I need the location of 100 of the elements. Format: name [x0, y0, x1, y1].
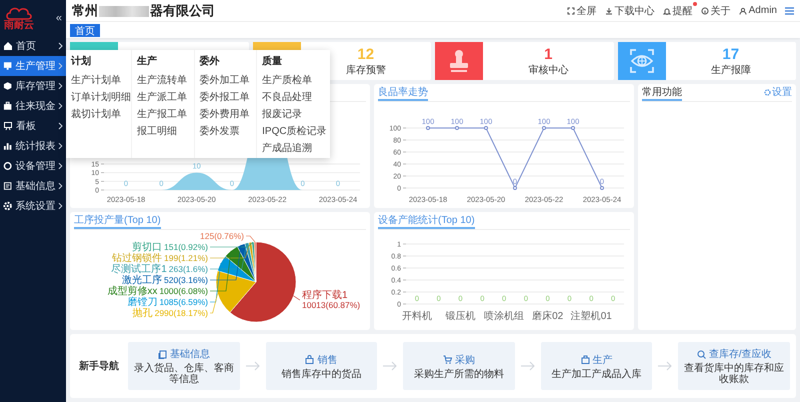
chevron-icon [58, 182, 63, 190]
data-point [513, 186, 517, 190]
menu-item[interactable]: 不良品处理 [262, 90, 330, 104]
menu-item[interactable]: 生产报工单 [137, 107, 194, 121]
bell-icon [662, 6, 671, 14]
slice-value: 1000(6.08%) [159, 286, 208, 296]
arrow-icon [520, 361, 535, 371]
stat-label: 审核中心 [528, 64, 568, 76]
sidebar-item[interactable]: 库存管理 [0, 76, 66, 96]
slice-value: 199(1.21%) [164, 253, 208, 263]
collapse-button[interactable]: « [56, 12, 62, 24]
menu-item[interactable]: 委外报工单 [200, 90, 256, 104]
data-point [426, 126, 430, 130]
slice-value: 1085(6.59%) [159, 297, 208, 307]
step-description: 生产加工产成品入库 [552, 368, 642, 380]
sidebar-item[interactable]: 系统设置 [0, 196, 66, 216]
board-icon [3, 121, 13, 131]
menu-item[interactable]: 生产流转单 [137, 73, 194, 87]
slice-label: 钻过钢锁件 [112, 253, 162, 264]
chevron-icon [58, 122, 63, 130]
sidebar-item[interactable]: 生产管理 [0, 56, 66, 76]
arrow-icon [658, 361, 672, 371]
step-title: 查库存/查应收 [708, 348, 772, 361]
sidebar-item[interactable]: 设备管理 [0, 156, 66, 176]
sidebar-item[interactable]: 基础信息 [0, 176, 66, 196]
guide-step[interactable]: 生产 生产加工产成品入库 [540, 342, 652, 390]
menu-item[interactable]: 生产派工单 [137, 90, 194, 104]
menu-item[interactable]: 产成品追溯 [262, 141, 330, 155]
slice-label: 激光工序 [122, 275, 162, 286]
card-title: 工序投产量(Top 10) [74, 214, 161, 229]
slice-value: 520(3.16%) [164, 275, 208, 285]
step-description: 采购生产所需的物料 [414, 368, 504, 380]
header-action[interactable]: 提醒 [662, 4, 693, 18]
chevron-icon [58, 42, 63, 50]
tab[interactable]: 首页 [70, 24, 100, 36]
stat-value: 1 [544, 46, 552, 62]
sidebar-item[interactable]: 往来现金 [0, 96, 66, 116]
sidebar-item[interactable]: 首页 [0, 36, 66, 56]
chevron-icon [58, 82, 63, 90]
cart-icon [442, 355, 452, 364]
menu-item[interactable]: 生产计划单 [71, 73, 131, 87]
download-icon [604, 6, 613, 14]
guide-step[interactable]: 销售 销售库存中的货品 [266, 342, 378, 390]
axis-label: 开料机 [402, 311, 432, 322]
header-action[interactable]: 全屏 [566, 4, 597, 18]
card-title: 设备产能统计(Top 10) [378, 214, 475, 229]
leader-line [293, 296, 300, 300]
menu-item[interactable]: IPQC质检记录 [262, 124, 330, 138]
menu-icon[interactable] [785, 6, 794, 14]
menu-item[interactable]: 委外加工单 [200, 73, 256, 87]
stat-value: 17 [722, 46, 740, 62]
menu-heading: 生产 [137, 54, 158, 68]
slice-label: 抛孔 [132, 308, 153, 319]
slice-value: 263(1.6%) [168, 264, 208, 274]
chevron-icon [58, 62, 63, 70]
logo-text: 雨耐云 [4, 20, 34, 30]
sidebar-item[interactable]: 看板 [0, 116, 66, 136]
step-description: 销售库存中的货品 [281, 368, 362, 380]
bar-chart-icon [3, 141, 12, 151]
blurred-text [99, 6, 149, 17]
step-description: 查看货库中的库存和应收账款 [683, 363, 786, 385]
menu-item[interactable]: 裁切计划单 [71, 107, 131, 121]
step-title: 销售 [317, 354, 338, 366]
data-point [542, 126, 546, 130]
header-action[interactable]: 关于 [700, 4, 731, 18]
guide-step[interactable]: 基础信息 录入货品、仓库、客商等信息 [128, 342, 240, 390]
slice-label: 磨镗刀 [127, 297, 158, 308]
cloud-icon [6, 6, 32, 20]
stat-value: 12 [357, 46, 374, 62]
home-icon [3, 41, 13, 51]
settings-icon [764, 88, 771, 96]
header-action[interactable]: 下载中心 [604, 4, 655, 18]
guide-title: 新手导航 [78, 359, 120, 373]
axis-label: 喷涂机组 [484, 311, 524, 322]
axis-label: 锻压机 [446, 311, 476, 322]
sidebar-item[interactable]: 统计报表 [0, 136, 66, 156]
search-icon [696, 350, 706, 358]
step-title: 采购 [454, 354, 475, 366]
document-icon [158, 350, 167, 358]
slice-label: 剪切口 [132, 242, 162, 253]
guide-step[interactable]: 查库存/查应收 查看货库中的库存和应收账款 [678, 342, 790, 390]
info-icon [700, 6, 709, 14]
axis-label: 注塑机01 [570, 311, 612, 322]
step-description: 录入货品、仓库、客商等信息 [132, 363, 235, 385]
menu-item[interactable]: 订单计划明细 [71, 90, 131, 104]
slice-value: 125(0.76%) [200, 231, 244, 241]
card-title: 常用功能 [642, 86, 682, 101]
menu-item[interactable]: 报废记录 [262, 107, 330, 121]
slice-label: 成型剪修xx [107, 286, 158, 297]
guide-step[interactable]: 采购 采购生产所需的物料 [403, 342, 515, 390]
company-title: 常州 [72, 2, 98, 18]
menu-item[interactable]: 生产质检单 [262, 73, 330, 87]
menu-item[interactable]: 委外发票 [200, 124, 256, 138]
menu-item[interactable]: 委外费用单 [200, 107, 256, 121]
chevron-icon [58, 102, 63, 110]
data-point [455, 126, 459, 130]
menu-item[interactable]: 报工明细 [137, 124, 194, 138]
card-title: 良品率走势 [378, 86, 428, 101]
step-title: 生产 [592, 354, 613, 366]
header-action[interactable]: Admin [738, 5, 777, 16]
